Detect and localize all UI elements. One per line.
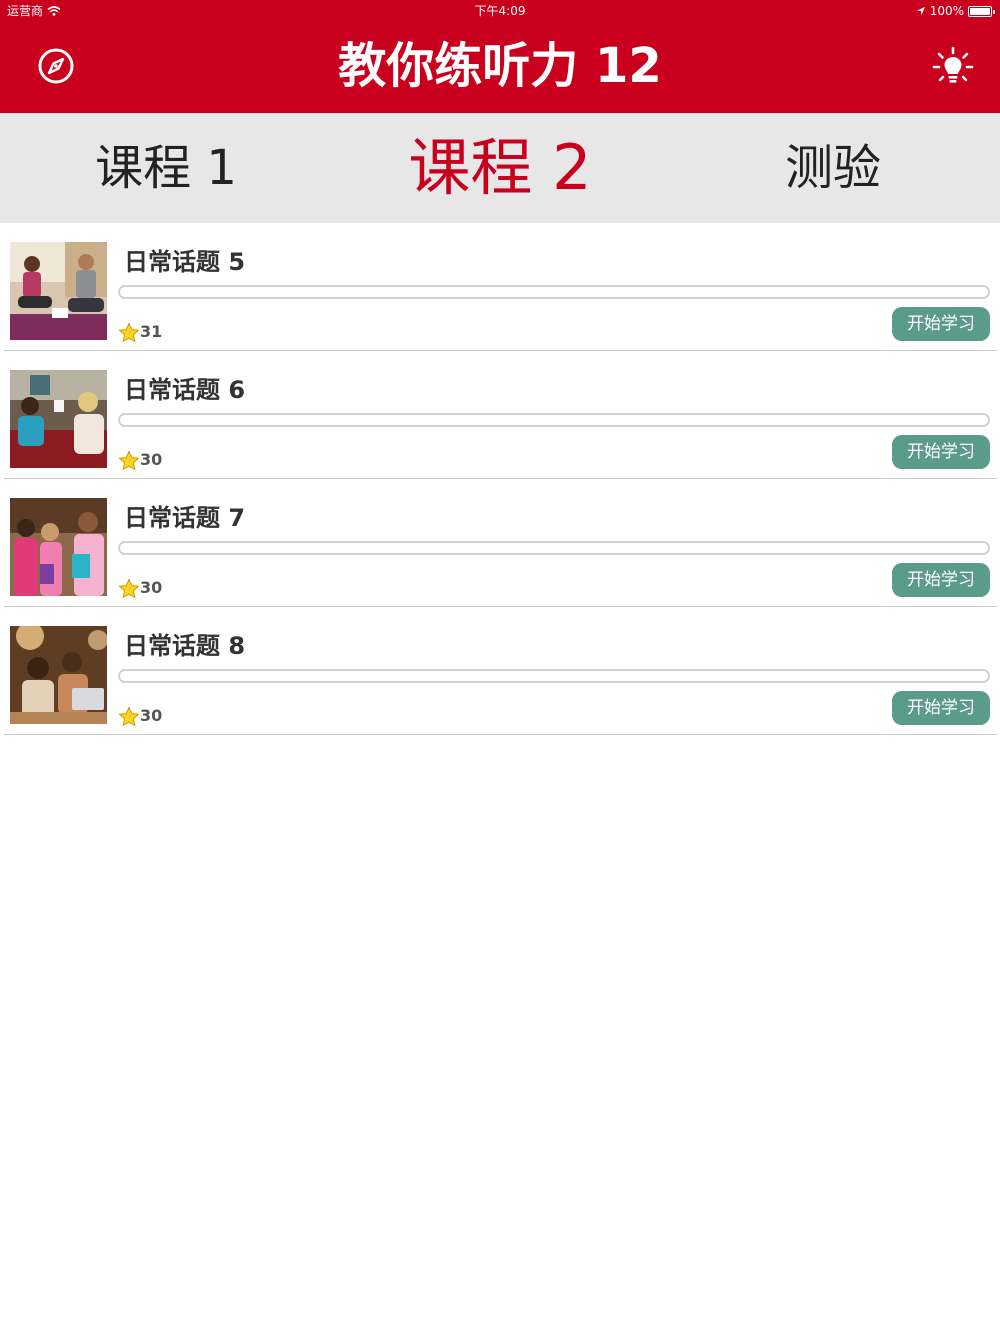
tab-course-1[interactable]: 课程 1 [33, 113, 299, 223]
compass-button[interactable] [34, 44, 78, 88]
battery-icon [968, 5, 995, 17]
lightbulb-icon [932, 46, 974, 83]
star-count: 30 [140, 578, 163, 597]
tab-course-2[interactable]: 课程 2 [366, 113, 634, 223]
status-time: 下午4:09 [474, 4, 526, 18]
star-icon [118, 322, 140, 343]
lesson-row[interactable]: 日常话题 6 30 开始学习 [4, 351, 997, 479]
lesson-title: 日常话题 5 [124, 248, 246, 276]
lesson-progress-bar [118, 285, 990, 299]
tab-bar: 课程 1 课程 2 测验 [0, 113, 1000, 223]
star-icon [118, 450, 140, 471]
start-learning-button[interactable]: 开始学习 [892, 563, 990, 597]
lesson-thumbnail [10, 370, 107, 468]
lesson-progress-bar [118, 413, 990, 427]
star-icon [118, 706, 140, 727]
lesson-progress-bar [118, 669, 990, 683]
compass-icon [38, 48, 74, 84]
star-count: 30 [140, 706, 163, 725]
location-arrow-icon [916, 7, 925, 15]
status-right: 100% [916, 1, 995, 21]
tab-quiz[interactable]: 测验 [700, 113, 966, 223]
start-learning-button[interactable]: 开始学习 [892, 435, 990, 469]
lesson-row[interactable]: 日常话题 5 31 开始学习 [4, 223, 997, 351]
star-icon [118, 578, 140, 599]
lesson-title: 日常话题 8 [124, 632, 246, 660]
battery-percent: 100% [929, 4, 964, 18]
lightbulb-button[interactable] [928, 42, 978, 92]
status-bar: 运营商 下午4:09 100% [0, 0, 1000, 22]
star-count: 30 [140, 450, 163, 469]
star-count: 31 [140, 322, 163, 341]
lesson-row[interactable]: 日常话题 7 30 开始学习 [4, 479, 997, 607]
lesson-title: 日常话题 6 [124, 376, 246, 404]
lesson-thumbnail [10, 498, 107, 596]
app-header: 运营商 下午4:09 100% 教你练听力 12 [0, 0, 1000, 113]
lesson-title: 日常话题 7 [124, 504, 246, 532]
start-learning-button[interactable]: 开始学习 [892, 691, 990, 725]
start-learning-button[interactable]: 开始学习 [892, 307, 990, 341]
lesson-row[interactable]: 日常话题 8 30 开始学习 [4, 607, 997, 735]
lesson-progress-bar [118, 541, 990, 555]
page-title: 教你练听力 12 [338, 38, 662, 94]
lesson-thumbnail [10, 626, 107, 724]
lesson-thumbnail [10, 242, 107, 340]
